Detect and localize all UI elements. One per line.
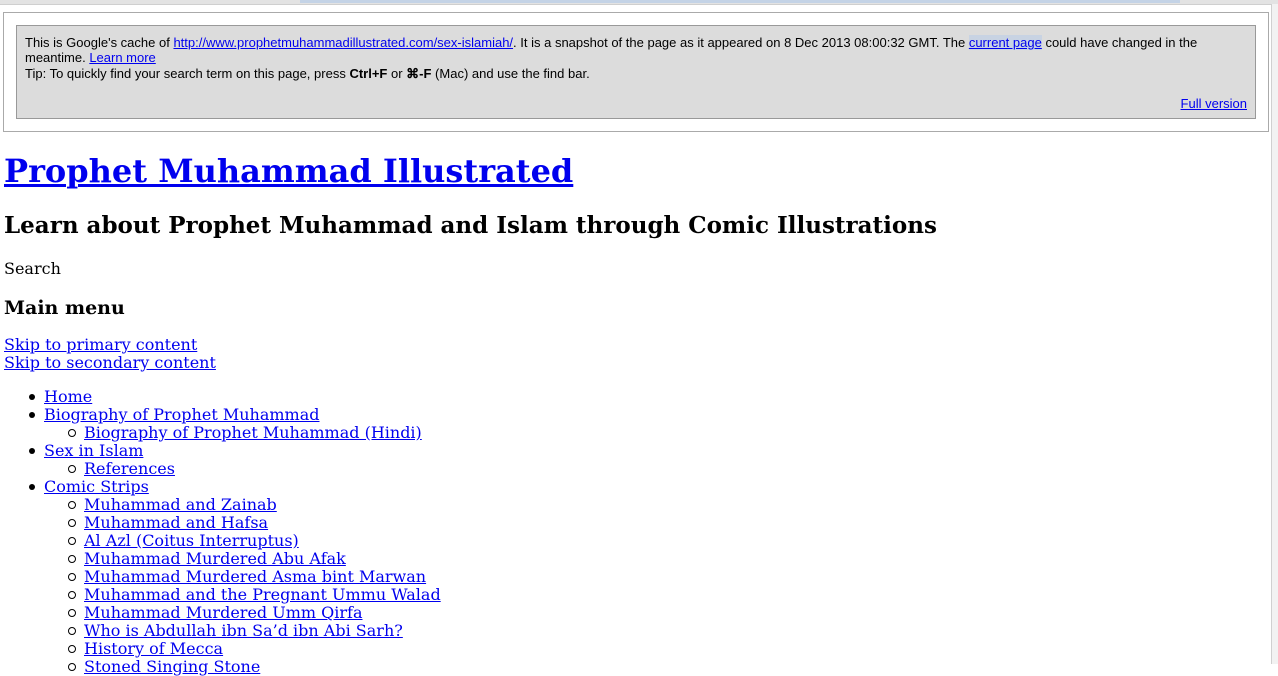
menu-item-link[interactable]: Sex in Islam [44, 441, 143, 460]
cache-notice-text: This is Google's cache of http://www.pro… [25, 35, 1245, 65]
main-menu-heading: Main menu [4, 297, 125, 319]
site-description: Learn about Prophet Muhammad and Islam t… [4, 212, 937, 239]
menu-item-link[interactable]: Who is Abdullah ibn Sa’d ibn Abi Sarh? [84, 621, 403, 640]
cache-snapshot-text: . It is a snapshot of the page as it app… [513, 35, 969, 50]
skip-links: Skip to primary content Skip to secondar… [4, 336, 216, 372]
menu-item: Muhammad Murdered Umm Qirfa [4, 604, 441, 622]
cache-tip: Tip: To quickly find your search term on… [25, 66, 590, 81]
tip-prefix: Tip: To quickly find your search term on… [25, 66, 350, 81]
menu-item-link[interactable]: Home [44, 387, 92, 406]
vertical-scrollbar[interactable] [1271, 4, 1278, 664]
tip-key-cmd-f: ⌘-F [406, 66, 432, 81]
cache-prefix: This is Google's cache of [25, 35, 174, 50]
menu-item: Who is Abdullah ibn Sa’d ibn Abi Sarh? [4, 622, 441, 640]
tip-or: or [387, 66, 407, 81]
menu-item: Sex in Islam [4, 442, 441, 460]
cached-url-link[interactable]: http://www.prophetmuhammadillustrated.co… [173, 35, 513, 50]
search-label: Search [4, 259, 61, 278]
menu-item: Stoned Singing Stone [4, 658, 441, 676]
menu-item-link[interactable]: Comic Strips [44, 477, 149, 496]
menu-item: Muhammad and the Pregnant Ummu Walad [4, 586, 441, 604]
menu-item: Muhammad and Hafsa [4, 514, 441, 532]
menu-item: Muhammad and Zainab [4, 496, 441, 514]
menu-item-link[interactable]: Muhammad and the Pregnant Ummu Walad [84, 585, 441, 604]
menu-item-link[interactable]: Muhammad Murdered Asma bint Marwan [84, 567, 426, 586]
skip-to-secondary-link[interactable]: Skip to secondary content [4, 354, 216, 372]
tip-key-ctrl-f: Ctrl+F [349, 66, 388, 81]
menu-item-link[interactable]: Muhammad Murdered Abu Afak [84, 549, 346, 568]
cache-banner: This is Google's cache of http://www.pro… [3, 12, 1269, 132]
current-page-link[interactable]: current page [968, 35, 1042, 50]
menu-item-link[interactable]: Muhammad and Hafsa [84, 513, 268, 532]
menu-item-link[interactable]: Biography of Prophet Muhammad [44, 405, 319, 424]
menu-item: References [4, 460, 441, 478]
menu-item: Home [4, 388, 441, 406]
tip-suffix: (Mac) and use the find bar. [431, 66, 590, 81]
menu-item-link[interactable]: Al Azl (Coitus Interruptus) [84, 531, 299, 550]
menu-item: Muhammad Murdered Abu Afak [4, 550, 441, 568]
menu-item-link[interactable]: Muhammad Murdered Umm Qirfa [84, 603, 363, 622]
menu-item: History of Mecca [4, 640, 441, 658]
horizontal-scroll-thumb[interactable] [300, 0, 1180, 3]
menu-item: Comic Strips [4, 478, 441, 496]
menu-item-link[interactable]: History of Mecca [84, 639, 223, 658]
site-title: Prophet Muhammad Illustrated [4, 151, 573, 191]
menu-item-link[interactable]: References [84, 459, 175, 478]
menu-item-link[interactable]: Stoned Singing Stone [84, 657, 260, 676]
learn-more-link[interactable]: Learn more [89, 50, 155, 65]
cache-notice-box: This is Google's cache of http://www.pro… [16, 25, 1256, 119]
full-version-link[interactable]: Full version [1181, 96, 1247, 111]
browser-top-strip [0, 0, 1278, 5]
site-title-link[interactable]: Prophet Muhammad Illustrated [4, 152, 573, 190]
skip-to-primary-link[interactable]: Skip to primary content [4, 336, 216, 354]
menu-item: Muhammad Murdered Asma bint Marwan [4, 568, 441, 586]
menu-item: Biography of Prophet Muhammad (Hindi) [4, 424, 441, 442]
menu-item: Al Azl (Coitus Interruptus) [4, 532, 441, 550]
menu-item-link[interactable]: Biography of Prophet Muhammad (Hindi) [84, 423, 422, 442]
main-menu-list: Home Biography of Prophet Muhammad Biograp… [4, 388, 441, 676]
menu-item-link[interactable]: Muhammad and Zainab [84, 495, 277, 514]
menu-item: Biography of Prophet Muhammad [4, 406, 441, 424]
